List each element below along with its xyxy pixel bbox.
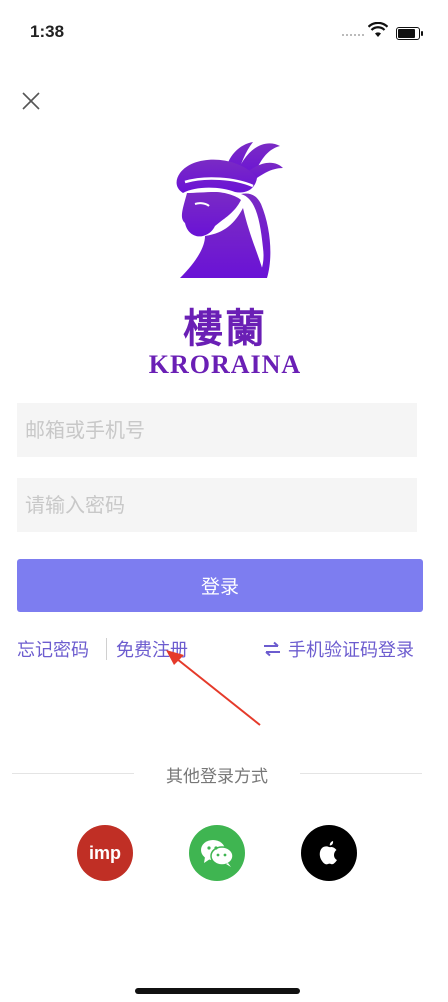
- logo-english-text: KRORAINA: [148, 350, 302, 379]
- logo-chinese-text: 樓蘭: [183, 305, 267, 352]
- battery-icon: [396, 27, 423, 40]
- divider-line-right: [300, 773, 422, 774]
- password-input[interactable]: [17, 478, 417, 532]
- other-login-title: 其他登录方式: [166, 767, 268, 787]
- email-or-phone-input[interactable]: [17, 403, 417, 457]
- status-time: 1:38: [30, 22, 65, 41]
- login-button-label: 登录: [200, 576, 239, 598]
- home-indicator: [135, 988, 300, 994]
- sms-login-link[interactable]: 手机验证码登录: [262, 636, 414, 662]
- wifi-icon: [368, 22, 388, 37]
- annotation-arrow-icon: [166, 650, 261, 726]
- imp-login-button[interactable]: imp: [77, 825, 133, 881]
- apple-login-button[interactable]: [301, 825, 357, 881]
- divider-line-left: [12, 773, 134, 774]
- signal-icon: [342, 34, 364, 38]
- link-divider: [106, 638, 107, 660]
- logo-portrait-image: [176, 142, 283, 278]
- wechat-icon: [201, 840, 234, 867]
- close-icon[interactable]: [20, 90, 42, 112]
- login-button[interactable]: 登录: [17, 559, 423, 612]
- imp-logo-text: imp: [88, 842, 121, 863]
- apple-icon: [319, 841, 337, 865]
- forgot-password-link[interactable]: 忘记密码: [17, 636, 89, 662]
- wechat-login-button[interactable]: [189, 825, 245, 881]
- sms-login-label: 手机验证码登录: [288, 640, 414, 661]
